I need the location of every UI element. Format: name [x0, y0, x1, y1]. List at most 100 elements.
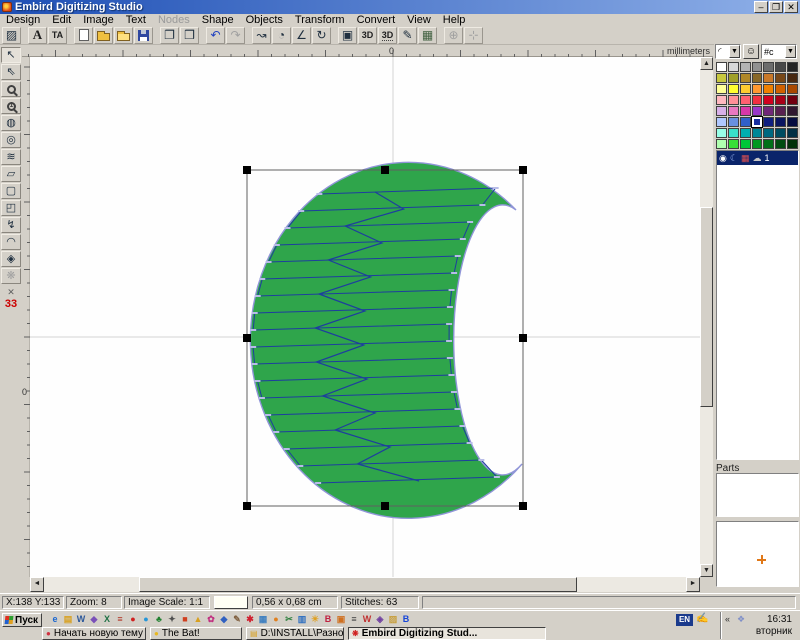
palette-swatch-4-4[interactable] — [763, 106, 774, 116]
palette-swatch-3-2[interactable] — [740, 95, 751, 105]
closed-shape-tool[interactable]: ◰ — [1, 200, 21, 216]
start-button[interactable]: Пуск — [2, 613, 42, 627]
palette-swatch-7-5[interactable] — [775, 139, 786, 149]
hscroll-thumb[interactable] — [139, 577, 577, 592]
palette-swatch-3-1[interactable] — [728, 95, 739, 105]
palette-swatch-6-1[interactable] — [728, 128, 739, 138]
palette-swatch-4-5[interactable] — [775, 106, 786, 116]
palette-swatch-0-2[interactable] — [740, 62, 751, 72]
stitch-direction-button[interactable]: ↝ — [252, 27, 271, 44]
scroll-left-button[interactable]: ◄ — [30, 577, 44, 592]
zigzag-tool[interactable]: ↯ — [1, 217, 21, 233]
hand-icon[interactable]: ✍ — [696, 613, 708, 624]
selection-handle[interactable] — [519, 334, 527, 342]
title-bar[interactable]: Embird Digitizing Studio –❐✕ — [0, 0, 800, 14]
fill-region-tool[interactable]: ◍ — [1, 115, 21, 131]
open-design-button[interactable] — [94, 27, 113, 44]
palette-swatch-6-3[interactable] — [752, 128, 763, 138]
object-list[interactable]: ◉☾▦☁1 — [716, 150, 799, 460]
shape-tool[interactable]: ▢ — [1, 183, 21, 199]
palette-swatch-7-2[interactable] — [740, 139, 751, 149]
quick-launch-icon-17[interactable]: ▦ — [258, 614, 268, 625]
palette-swatch-7-0[interactable] — [716, 139, 727, 149]
crescent-object[interactable] — [250, 162, 522, 518]
palette-swatch-2-6[interactable] — [787, 84, 798, 94]
palette-swatch-2-5[interactable] — [775, 84, 786, 94]
quick-launch-icon-25[interactable]: W — [362, 614, 372, 625]
selection-handle[interactable] — [381, 502, 389, 510]
palette-swatch-4-1[interactable] — [728, 106, 739, 116]
quick-launch-icon-28[interactable]: B — [401, 614, 411, 625]
palette-swatch-5-2[interactable] — [740, 117, 751, 127]
palette-swatch-1-2[interactable] — [740, 73, 751, 83]
quick-launch-icon-3[interactable]: W — [76, 614, 86, 625]
menu-convert[interactable]: Convert — [351, 14, 402, 26]
palette-swatch-0-3[interactable] — [752, 62, 763, 72]
polygon-tool[interactable]: ◈ — [1, 251, 21, 267]
quick-launch-icon-22[interactable]: B — [323, 614, 333, 625]
preview-pane[interactable] — [716, 521, 799, 587]
close-button[interactable]: ✕ — [784, 1, 798, 13]
palette-swatch-7-3[interactable] — [752, 139, 763, 149]
palette-swatch-3-0[interactable] — [716, 95, 727, 105]
tools-button[interactable]: ✎ — [398, 27, 417, 44]
menu-transform[interactable]: Transform — [289, 14, 351, 26]
palette-swatch-0-5[interactable] — [775, 62, 786, 72]
minimize-button[interactable]: – — [754, 1, 768, 13]
zoom-1-tool[interactable]: 1 — [1, 98, 21, 114]
palette-swatch-7-6[interactable] — [787, 139, 798, 149]
image-editor-button[interactable]: ▦ — [418, 27, 437, 44]
quick-launch-icon-14[interactable]: ◆ — [219, 614, 229, 625]
outline-hole-tool[interactable]: ◎ — [1, 132, 21, 148]
quick-launch-icon-10[interactable]: ✦ — [167, 614, 177, 625]
quick-launch-icon-4[interactable]: ◆ — [89, 614, 99, 625]
palette-swatch-1-6[interactable] — [787, 73, 798, 83]
quick-launch-icon-1[interactable]: e — [50, 614, 60, 625]
rotate-tool-button[interactable]: ↻ — [312, 27, 331, 44]
zoom-tool[interactable] — [1, 81, 21, 97]
palette-swatch-2-1[interactable] — [728, 84, 739, 94]
tray-chevron-icon[interactable]: « — [725, 614, 730, 624]
restore-button[interactable]: ❐ — [769, 1, 783, 13]
quick-launch-icon-5[interactable]: X — [102, 614, 112, 625]
vscroll-thumb[interactable] — [700, 207, 713, 407]
palette-swatch-0-6[interactable] — [787, 62, 798, 72]
menu-shape[interactable]: Shape — [196, 14, 240, 26]
selection-handle[interactable] — [519, 502, 527, 510]
text-tool-button[interactable]: A — [28, 27, 47, 44]
quick-launch-icon-7[interactable]: ● — [128, 614, 138, 625]
palette-swatch-0-4[interactable] — [763, 62, 774, 72]
stitch-3d-button[interactable]: 3D — [378, 27, 397, 44]
palette-swatch-3-5[interactable] — [775, 95, 786, 105]
task-button-2[interactable]: ●The Bat! — [150, 627, 242, 640]
quick-launch-icon-23[interactable]: ▣ — [336, 614, 346, 625]
quick-launch-icon-11[interactable]: ■ — [180, 614, 190, 625]
quick-launch-icon-2[interactable]: ▤ — [63, 614, 73, 625]
quick-launch-icon-20[interactable]: ▥ — [297, 614, 307, 625]
quick-launch-icon-6[interactable]: ≡ — [115, 614, 125, 625]
quick-launch-icon-24[interactable]: ≡ — [349, 614, 359, 625]
menu-objects[interactable]: Objects — [240, 14, 289, 26]
palette-swatch-5-1[interactable] — [728, 117, 739, 127]
vertical-scrollbar[interactable]: ▲▼ — [700, 57, 713, 577]
palette-swatch-6-0[interactable] — [716, 128, 727, 138]
scroll-down-button[interactable]: ▼ — [700, 564, 713, 577]
palette-swatch-5-6[interactable] — [787, 117, 798, 127]
menu-edit[interactable]: Edit — [46, 14, 77, 26]
palette-swatch-6-6[interactable] — [787, 128, 798, 138]
undo-button[interactable]: ↶ — [206, 27, 225, 44]
palette-swatch-0-0[interactable] — [716, 62, 727, 72]
preview-mode-button[interactable]: ▨ — [2, 27, 21, 44]
quick-launch-icon-26[interactable]: ◈ — [375, 614, 385, 625]
palette-swatch-1-3[interactable] — [752, 73, 763, 83]
palette-swatch-2-0[interactable] — [716, 84, 727, 94]
palette-swatch-5-3[interactable] — [752, 117, 763, 127]
scroll-up-button[interactable]: ▲ — [700, 57, 713, 70]
palette-swatch-3-3[interactable] — [752, 95, 763, 105]
palette-swatch-4-3[interactable] — [752, 106, 763, 116]
selection-handle[interactable] — [243, 334, 251, 342]
pattern-dropdown[interactable]: #c ▼ — [761, 44, 797, 59]
quick-launch-icon-15[interactable]: ✎ — [232, 614, 242, 625]
palette-swatch-1-4[interactable] — [763, 73, 774, 83]
object-row-1[interactable]: ◉☾▦☁1 — [717, 151, 798, 165]
